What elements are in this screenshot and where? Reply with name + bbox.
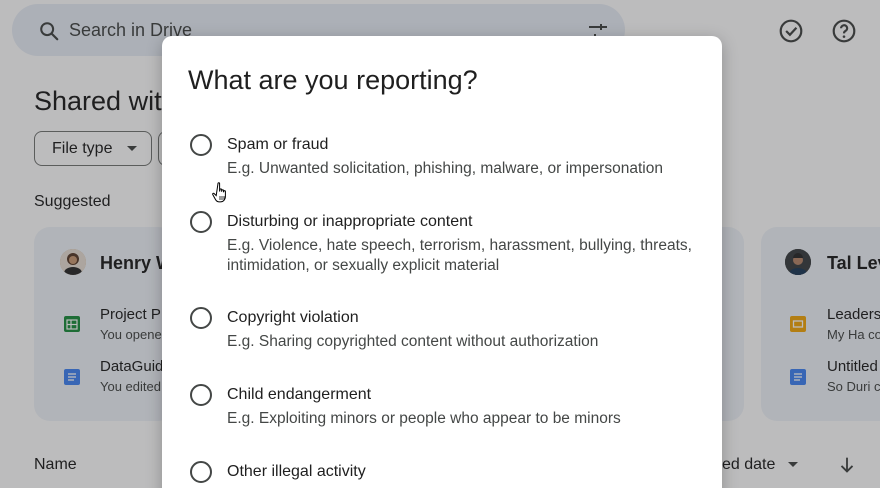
radio-button[interactable] bbox=[190, 461, 212, 483]
option-description: E.g. Violence, hate speech, terrorism, h… bbox=[227, 237, 692, 274]
option-label: Spam or fraud bbox=[227, 136, 329, 153]
dialog-title: What are you reporting? bbox=[188, 65, 478, 95]
report-option-disturbing[interactable]: Disturbing or inappropriate content E.g.… bbox=[188, 211, 708, 281]
report-option-child-endangerment[interactable]: Child endangerment E.g. Exploiting minor… bbox=[188, 384, 708, 434]
report-option-copyright[interactable]: Copyright violation E.g. Sharing copyrig… bbox=[188, 307, 708, 357]
report-dialog: What are you reporting? Spam or fraud E.… bbox=[162, 36, 722, 488]
hand-pointer-icon bbox=[212, 182, 226, 203]
option-label: Disturbing or inappropriate content bbox=[227, 213, 473, 230]
option-description: E.g. Unwanted solicitation, phishing, ma… bbox=[227, 160, 663, 177]
report-option-spam[interactable]: Spam or fraud E.g. Unwanted solicitation… bbox=[188, 134, 708, 184]
option-description: E.g. Exploiting minors or people who app… bbox=[227, 410, 621, 427]
radio-button[interactable] bbox=[190, 211, 212, 233]
option-label: Child endangerment bbox=[227, 386, 372, 403]
report-option-illegal-activity[interactable]: Other illegal activity bbox=[188, 461, 708, 488]
radio-button[interactable] bbox=[190, 134, 212, 156]
option-label: Other illegal activity bbox=[227, 463, 366, 480]
option-description: E.g. Sharing copyrighted content without… bbox=[227, 333, 599, 350]
radio-button[interactable] bbox=[190, 307, 212, 329]
radio-button[interactable] bbox=[190, 384, 212, 406]
option-label: Copyright violation bbox=[227, 309, 359, 326]
